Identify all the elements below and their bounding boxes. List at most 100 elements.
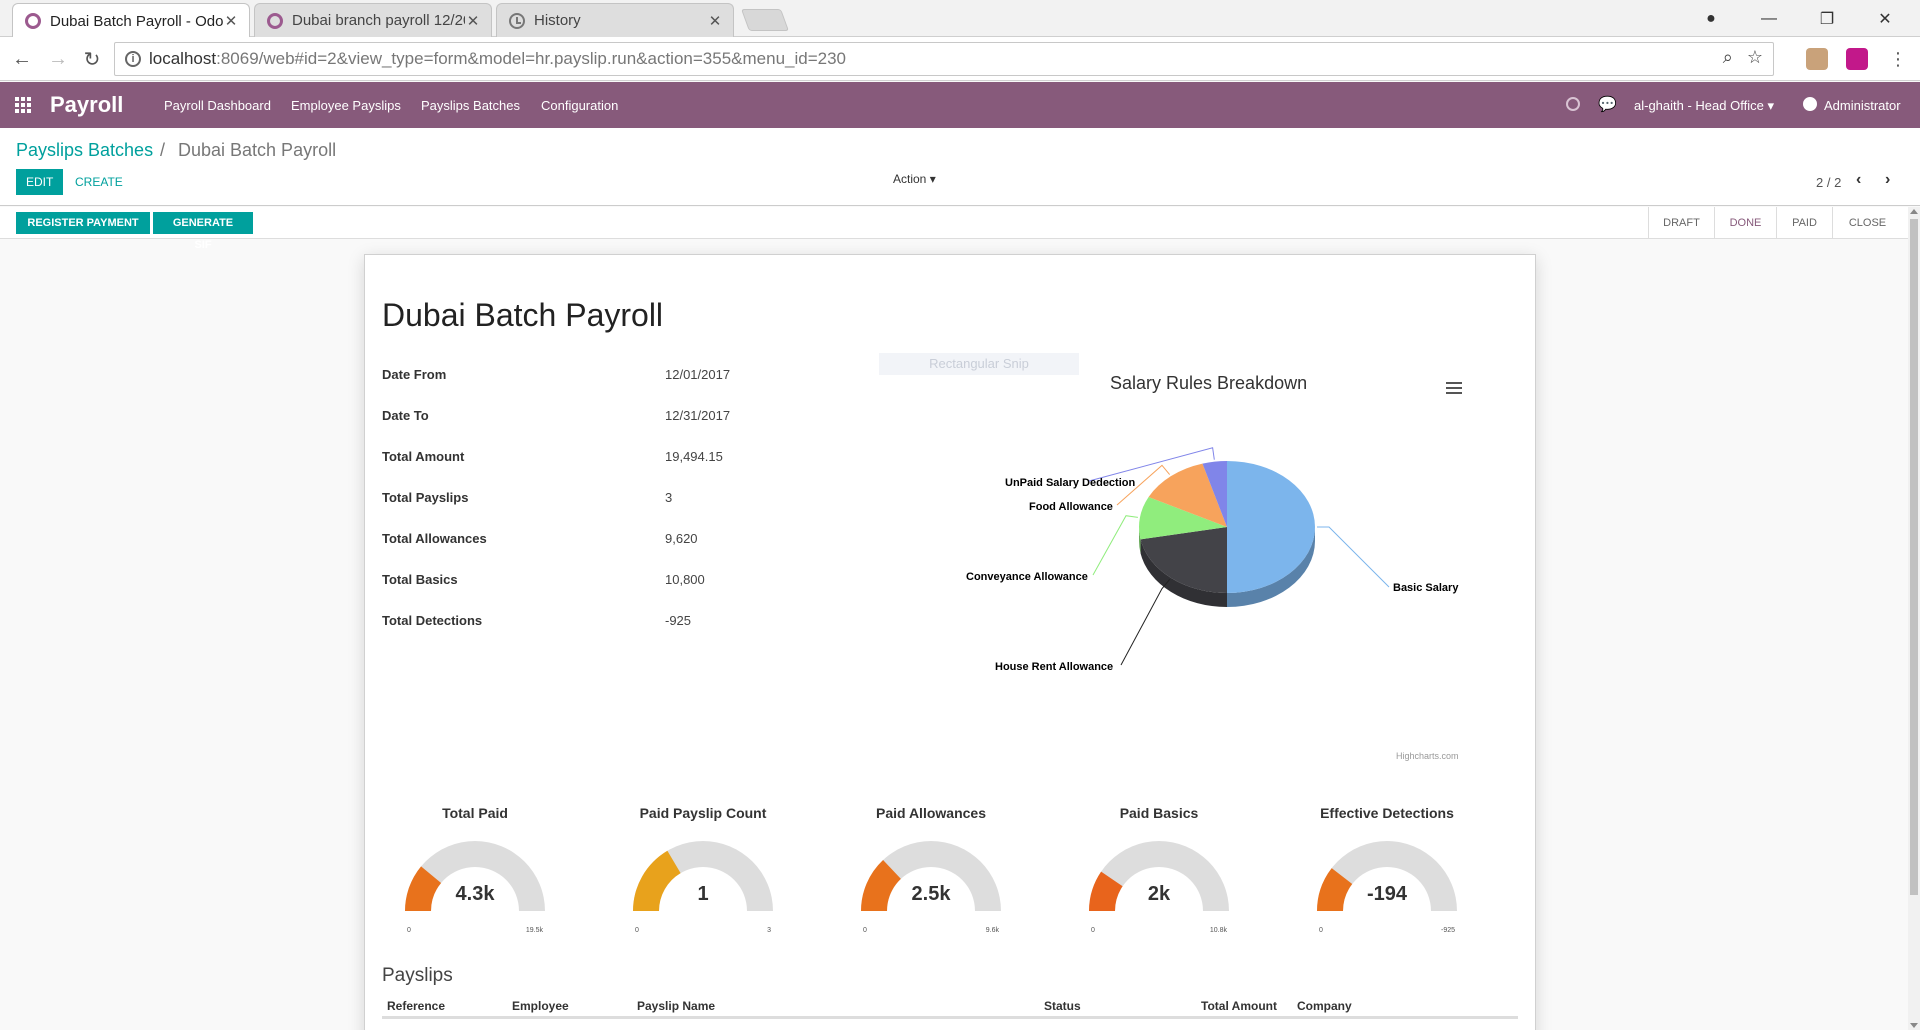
- gauge-paid-basics: Paid Basics 2k 0 10.8k: [1049, 805, 1269, 935]
- chart-title: Salary Rules Breakdown: [1110, 373, 1308, 393]
- apps-grid-icon[interactable]: [15, 97, 33, 113]
- gauge-value: 2.5k: [911, 883, 951, 905]
- menu-configuration[interactable]: Configuration: [541, 98, 618, 113]
- odoo-main-navbar: Payroll Payroll Dashboard Employee Paysl…: [0, 82, 1920, 128]
- app-brand[interactable]: Payroll: [50, 92, 123, 118]
- chat-icon[interactable]: 💬: [1598, 95, 1617, 113]
- pie-label-conveyance: Conveyance Allowance: [966, 571, 1088, 583]
- gauge-title: Paid Payslip Count: [639, 805, 767, 821]
- stage-done[interactable]: DONE: [1714, 207, 1776, 239]
- stage-paid[interactable]: PAID: [1776, 207, 1832, 239]
- site-info-icon[interactable]: i: [125, 51, 141, 67]
- back-arrow-icon[interactable]: ←: [8, 45, 36, 73]
- url-path: :8069/web#id=2&view_type=form&model=hr.p…: [216, 49, 847, 68]
- browser-tab-title: Dubai branch payroll 12/2017: [292, 12, 465, 29]
- gauge-max: 10.8k: [1209, 927, 1227, 934]
- company-name: al-ghaith - Head Office: [1634, 98, 1764, 113]
- gauge-value: 4.3k: [455, 883, 495, 905]
- column-total-amount[interactable]: Total Amount: [1201, 999, 1277, 1013]
- column-payslip-name[interactable]: Payslip Name: [637, 999, 715, 1013]
- gauge-min: 0: [1091, 927, 1095, 934]
- pager-next-icon[interactable]: ›: [1885, 171, 1890, 189]
- pie-label-basic-salary: Basic Salary: [1393, 582, 1459, 594]
- gauge-title: Total Paid: [442, 805, 508, 821]
- gauge-arc: [1089, 841, 1229, 911]
- form-sheet: Dubai Batch Payroll Date From 12/01/2017…: [364, 254, 1536, 1030]
- gauge-title: Effective Detections: [1320, 805, 1454, 821]
- pie-label-food: Food Allowance: [1029, 501, 1113, 513]
- column-reference[interactable]: Reference: [387, 999, 445, 1013]
- gauge-min: 0: [1319, 927, 1323, 934]
- pie-connector: [1092, 515, 1138, 576]
- minimize-window-icon[interactable]: —: [1740, 0, 1798, 37]
- extension-icon[interactable]: [1806, 48, 1828, 70]
- menu-employee-payslips[interactable]: Employee Payslips: [291, 98, 401, 113]
- browser-tab-bar: Dubai Batch Payroll - Odoo ✕ Dubai branc…: [0, 0, 1920, 38]
- activity-clock-icon[interactable]: [1566, 97, 1580, 111]
- zoom-icon[interactable]: ⌕: [1723, 47, 1733, 68]
- scroll-down-icon[interactable]: [1910, 1023, 1918, 1028]
- restore-window-icon[interactable]: ❐: [1798, 0, 1856, 37]
- extension-icon[interactable]: [1846, 48, 1868, 70]
- gauge-max: 9.6k: [985, 927, 999, 934]
- register-payment-button[interactable]: REGISTER PAYMENT: [16, 212, 150, 234]
- browser-tab-title: Dubai Batch Payroll - Odoo: [50, 12, 223, 30]
- generate-sif-button[interactable]: GENERATE SIF: [153, 212, 253, 251]
- close-tab-icon[interactable]: ✕: [465, 12, 481, 30]
- menu-payslips-batches[interactable]: Payslips Batches: [421, 98, 520, 113]
- company-switcher[interactable]: al-ghaith - Head Office ▾: [1634, 98, 1774, 114]
- history-icon: [509, 12, 525, 29]
- form-statusbar: REGISTER PAYMENT GENERATE SIF DRAFT DONE…: [0, 207, 1908, 251]
- column-status[interactable]: Status: [1044, 999, 1081, 1013]
- breadcrumb-parent[interactable]: Payslips Batches: [16, 140, 153, 161]
- bookmark-star-icon[interactable]: ☆: [1747, 47, 1763, 68]
- gauge-arc: [405, 841, 545, 911]
- pie-label-unpaid: UnPaid Salary Dedection: [1005, 477, 1136, 489]
- browser-menu-icon[interactable]: ⋮: [1884, 45, 1912, 73]
- user-menu[interactable]: Administrator: [1824, 98, 1901, 113]
- control-panel: Payslips Batches / Dubai Batch Payroll E…: [0, 128, 1920, 206]
- profile-icon[interactable]: ●: [1682, 0, 1740, 37]
- user-avatar-icon[interactable]: [1803, 97, 1817, 111]
- close-tab-icon[interactable]: ✕: [707, 12, 723, 30]
- column-company[interactable]: Company: [1297, 999, 1352, 1013]
- odoo-favicon-icon: [25, 13, 41, 29]
- scrollbar-thumb[interactable]: [1910, 219, 1918, 895]
- create-button[interactable]: CREATE: [75, 169, 123, 195]
- reload-icon[interactable]: ↻: [78, 45, 106, 73]
- pager-previous-icon[interactable]: ‹: [1856, 171, 1861, 189]
- browser-tab-1[interactable]: Dubai Batch Payroll - Odoo ✕: [12, 3, 250, 38]
- chart-menu-icon[interactable]: [1446, 382, 1462, 394]
- address-bar-input[interactable]: i localhost:8069/web#id=2&view_type=form…: [114, 42, 1774, 76]
- gauge-arc: [1317, 841, 1457, 911]
- gauge-min: 0: [863, 927, 867, 934]
- browser-tab-3[interactable]: History ✕: [496, 3, 734, 37]
- gauge-arc: [861, 841, 1001, 911]
- pager-value: 2 / 2: [1816, 175, 1842, 190]
- chart-credits[interactable]: Highcharts.com: [1396, 751, 1459, 761]
- gauge-value: -194: [1366, 883, 1408, 905]
- gauge-max: -925: [1440, 927, 1455, 934]
- column-employee[interactable]: Employee: [512, 999, 569, 1013]
- close-window-icon[interactable]: ✕: [1856, 0, 1914, 37]
- odoo-favicon-icon: [267, 12, 283, 29]
- breadcrumb-separator: /: [160, 140, 166, 160]
- payslips-table-header: Reference Employee Payslip Name Status T…: [382, 993, 1518, 1019]
- scroll-up-icon[interactable]: [1910, 209, 1918, 214]
- gauge-title: Paid Allowances: [876, 805, 986, 821]
- forward-arrow-icon[interactable]: →: [44, 45, 72, 73]
- edit-button[interactable]: EDIT: [16, 169, 64, 195]
- gauge-value: 2k: [1147, 883, 1171, 905]
- action-dropdown[interactable]: Action ▾: [893, 172, 936, 186]
- menu-payroll-dashboard[interactable]: Payroll Dashboard: [164, 98, 271, 113]
- gauge-paid-payslip-count: Paid Payslip Count 1 0 3: [593, 805, 813, 935]
- stage-draft[interactable]: DRAFT: [1648, 207, 1714, 239]
- stage-close[interactable]: CLOSE: [1832, 207, 1902, 239]
- gauge-max: 19.5k: [525, 927, 543, 934]
- close-tab-icon[interactable]: ✕: [223, 12, 239, 30]
- new-tab-button[interactable]: [740, 9, 790, 31]
- browser-tab-2[interactable]: Dubai branch payroll 12/2017 ✕: [254, 3, 492, 37]
- gauge-arc: [633, 841, 773, 911]
- page-scrollbar[interactable]: [1908, 207, 1920, 1030]
- payslips-section-title: Payslips: [382, 965, 453, 986]
